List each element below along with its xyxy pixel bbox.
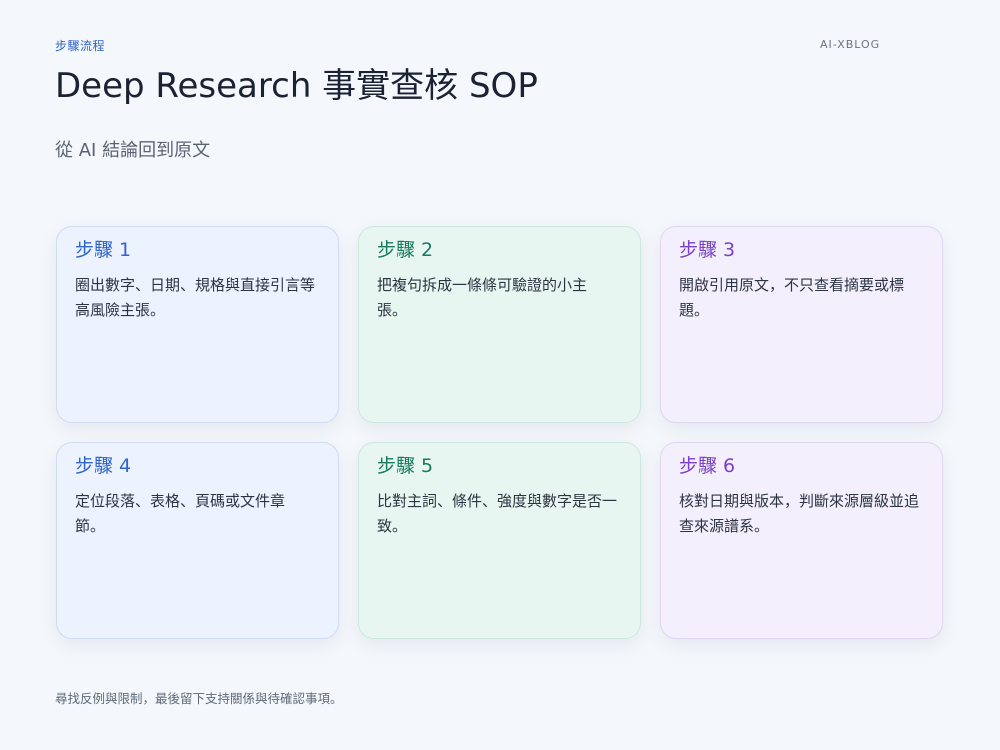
step-card-3: 步驟 3 開啟引用原文，不只查看摘要或標 題。 (660, 226, 943, 423)
footer-note: 尋找反例與限制，最後留下支持關係與待確認事項。 (55, 691, 343, 706)
step-card-2: 步驟 2 把複句拆成一條條可驗證的小主 張。 (358, 226, 641, 423)
step-card-6: 步驟 6 核對日期與版本，判斷來源層級並追 查來源譜系。 (660, 442, 943, 639)
step-card-1: 步驟 1 圈出數字、日期、規格與直接引言等 高風險主張。 (56, 226, 339, 423)
eyebrow-label: 步驟流程 (55, 39, 106, 53)
step-card-body: 圈出數字、日期、規格與直接引言等 高風險主張。 (75, 276, 316, 319)
step-card-5: 步驟 5 比對主詞、條件、強度與數字是否一 致。 (358, 442, 641, 639)
step-card-title: 步驟 5 (377, 455, 434, 477)
step-card-title: 步驟 2 (377, 239, 434, 261)
step-card-body: 比對主詞、條件、強度與數字是否一 致。 (377, 492, 618, 535)
step-card-title: 步驟 4 (75, 455, 132, 477)
step-card-4: 步驟 4 定位段落、表格、頁碼或文件章 節。 (56, 442, 339, 639)
step-card-title: 步驟 3 (679, 239, 736, 261)
step-card-body: 開啟引用原文，不只查看摘要或標 題。 (679, 276, 905, 319)
step-card-title: 步驟 6 (679, 455, 736, 477)
page-subtitle: 從 AI 結論回到原文 (55, 140, 211, 161)
step-card-title: 步驟 1 (75, 239, 132, 261)
step-card-body: 定位段落、表格、頁碼或文件章 節。 (75, 492, 286, 535)
step-card-body: 把複句拆成一條條可驗證的小主 張。 (377, 276, 588, 319)
step-card-body: 核對日期與版本，判斷來源層級並追 查來源譜系。 (679, 492, 920, 535)
brand-label: AI-XBLOG (820, 38, 881, 51)
page-title: Deep Research 事實查核 SOP (55, 66, 538, 106)
